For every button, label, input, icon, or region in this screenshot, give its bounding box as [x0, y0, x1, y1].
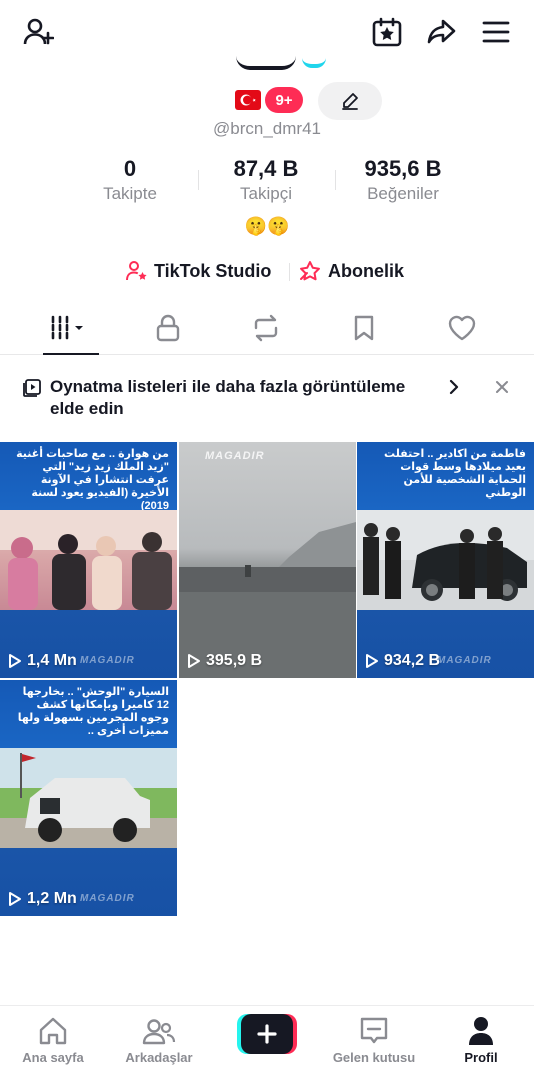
video-caption: فاطمة من اكادير .. احتفلت بعيد ميلادها و…	[357, 442, 534, 510]
play-icon	[188, 654, 200, 668]
playlist-icon	[23, 379, 41, 397]
video-thumbnail[interactable]: MAGADIR 395,9 B	[179, 442, 356, 678]
watermark: MAGADIR	[80, 893, 135, 904]
friends-icon	[142, 1019, 176, 1045]
create-button[interactable]	[237, 1014, 297, 1054]
username: @brcn_dmr41	[213, 119, 321, 138]
following-label: Takipte	[103, 184, 157, 203]
tab-reposts[interactable]	[226, 300, 306, 355]
bio: 🤫🤫	[244, 216, 290, 236]
close-icon[interactable]	[493, 377, 511, 397]
video-caption: من هوارة .. مع صاحبات أغنية "زيد الملك ز…	[0, 442, 177, 512]
calendar-star-icon[interactable]	[369, 14, 405, 50]
avatar-badge	[302, 58, 326, 68]
nav-friends-label: Arkadaşlar	[125, 1050, 193, 1065]
subscription-label: Abonelik	[328, 260, 405, 281]
playlist-banner-text: Oynatma listeleri ile daha fazla görüntü…	[50, 377, 406, 418]
turkey-flag-icon	[235, 90, 261, 110]
view-count-text: 934,2 B	[384, 652, 441, 669]
play-icon	[9, 654, 21, 668]
video-thumbnail[interactable]: فاطمة من اكادير .. احتفلت بعيد ميلادها و…	[357, 442, 534, 678]
avatar[interactable]	[236, 56, 296, 70]
menu-icon[interactable]	[478, 14, 514, 50]
nav-friends[interactable]: Arkadaşlar	[106, 1014, 212, 1078]
pencil-icon	[342, 93, 358, 110]
bottom-nav: Ana sayfa Arkadaşlar Gelen kutusu Profil	[0, 1005, 534, 1080]
play-icon	[366, 654, 378, 668]
top-bar	[0, 0, 534, 64]
nav-inbox-label: Gelen kutusu	[332, 1050, 416, 1065]
tab-liked[interactable]	[422, 300, 502, 355]
home-icon	[39, 1017, 67, 1045]
view-count-text: 395,9 B	[206, 652, 263, 669]
followers-count: 87,4 B	[233, 156, 299, 181]
nav-home[interactable]: Ana sayfa	[0, 1014, 106, 1078]
subscription-star-icon	[300, 261, 320, 281]
video-thumbnail[interactable]: من هوارة .. مع صاحبات أغنية "زيد الملك ز…	[0, 442, 177, 678]
plus-icon	[257, 1024, 277, 1044]
creator-star-icon	[126, 261, 147, 281]
likes-stat[interactable]: 935,6 B Beğeniler	[328, 156, 478, 204]
repost-icon	[254, 314, 278, 341]
profile-links: TikTok Studio Abonelik	[0, 256, 534, 286]
grid-dropdown-icon	[51, 315, 83, 340]
likes-label: Beğeniler	[367, 184, 439, 203]
view-count-text: 1,2 Mn	[27, 890, 77, 907]
nav-profile-label: Profil	[464, 1050, 498, 1065]
nav-inbox[interactable]: Gelen kutusu	[321, 1014, 427, 1078]
nav-profile[interactable]: Profil	[428, 1014, 534, 1078]
video-thumbnail[interactable]: السيارة "الوحش" .. بخارجها 12 كاميرا وبإ…	[0, 680, 177, 916]
share-icon[interactable]	[423, 14, 459, 50]
tiktok-studio-label: TikTok Studio	[154, 260, 272, 281]
inbox-icon	[360, 1017, 388, 1044]
add-friend-icon[interactable]	[20, 14, 56, 50]
watermark: MAGADIR	[80, 655, 135, 666]
view-count: 395,9 B	[187, 652, 262, 670]
tab-videos[interactable]	[29, 300, 109, 355]
tab-private[interactable]	[128, 300, 208, 355]
edit-profile-button[interactable]	[318, 82, 382, 120]
lock-icon	[156, 314, 180, 341]
watermark: MAGADIR	[437, 655, 492, 666]
view-count: 934,2 B	[365, 652, 440, 670]
view-count: 1,4 Mn	[8, 652, 77, 670]
tab-saved[interactable]	[324, 300, 404, 355]
video-photo	[0, 510, 177, 610]
links-divider	[289, 263, 290, 281]
play-icon	[9, 892, 21, 906]
notification-badge[interactable]: 9+	[265, 87, 303, 113]
profile-tabs	[0, 300, 534, 355]
following-count: 0	[123, 156, 137, 181]
heart-icon	[448, 315, 476, 340]
following-stat[interactable]: 0 Takipte	[55, 156, 205, 204]
tiktok-studio-link[interactable]: TikTok Studio	[126, 256, 271, 286]
followers-label: Takipçi	[240, 184, 292, 203]
video-photo	[0, 748, 177, 848]
likes-count: 935,6 B	[364, 156, 442, 181]
profile-badges: 9+	[0, 82, 534, 120]
view-count-text: 1,4 Mn	[27, 652, 77, 669]
playlist-banner[interactable]: Oynatma listeleri ile daha fazla görüntü…	[0, 364, 534, 434]
chevron-right-icon[interactable]	[446, 377, 462, 397]
video-caption: السيارة "الوحش" .. بخارجها 12 كاميرا وبإ…	[0, 680, 177, 748]
followers-stat[interactable]: 87,4 B Takipçi	[191, 156, 341, 204]
profile-stats: 0 Takipte 87,4 B Takipçi 935,6 B Beğenil…	[0, 156, 534, 206]
profile-icon	[469, 1017, 493, 1045]
nav-home-label: Ana sayfa	[22, 1050, 84, 1065]
bookmark-icon	[354, 315, 374, 340]
view-count: 1,2 Mn	[8, 890, 77, 908]
video-photo	[357, 510, 534, 610]
video-photo	[179, 522, 356, 678]
subscription-link[interactable]: Abonelik	[298, 256, 404, 286]
